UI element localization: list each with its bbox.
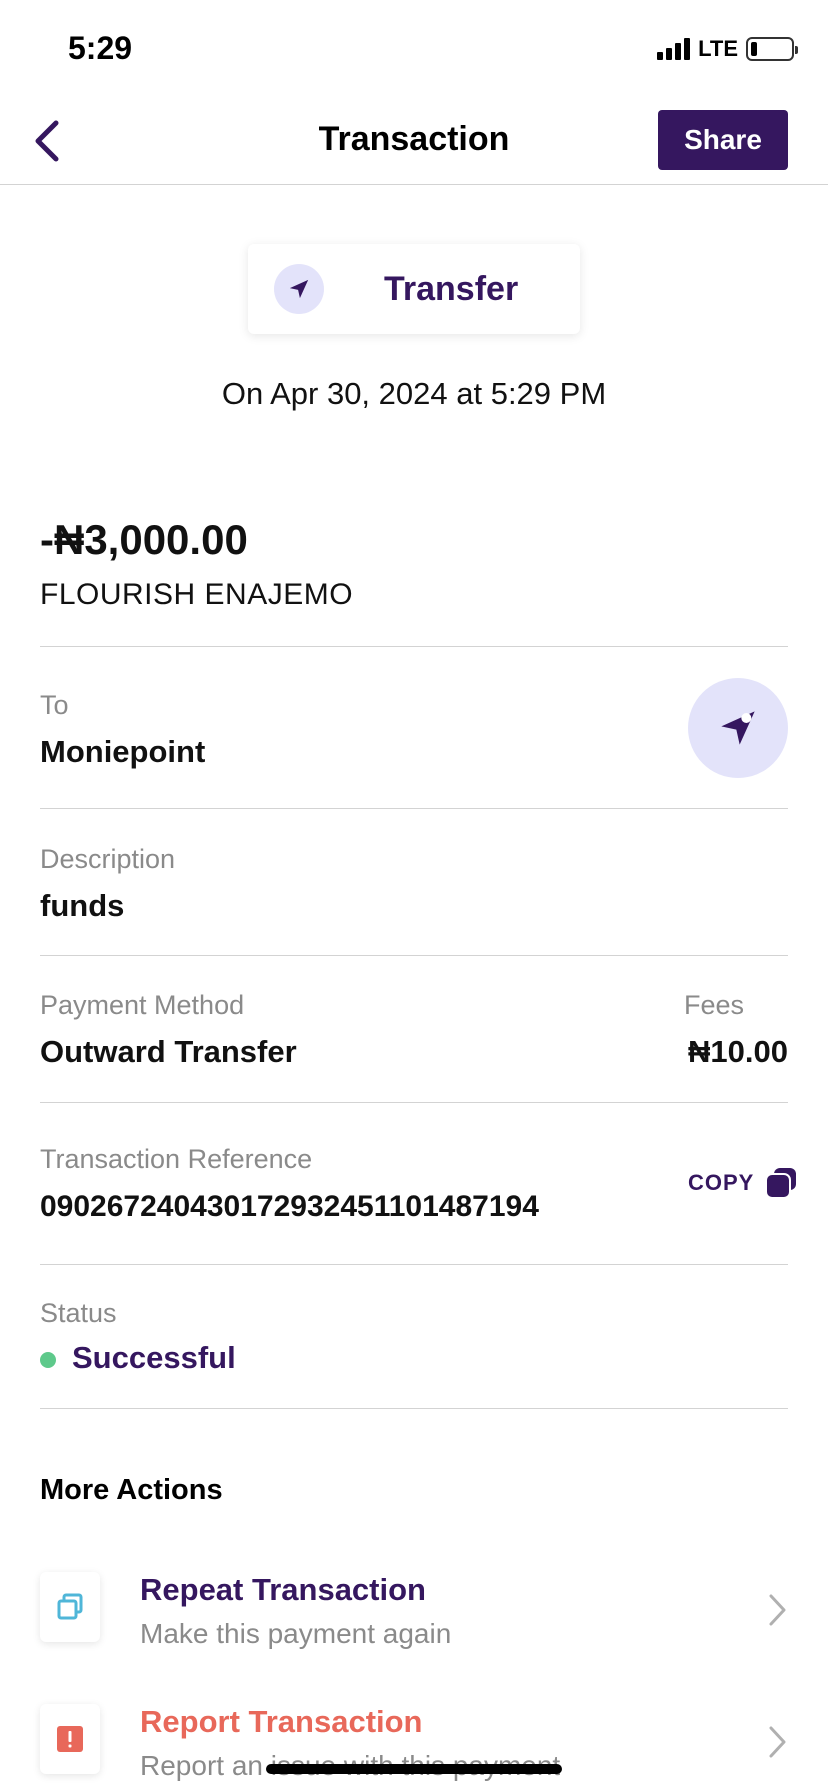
status-dot [40,1352,56,1368]
description-value: funds [40,888,125,923]
divider [40,955,788,956]
status-bar: 5:29 LTE [0,0,828,100]
header: Transaction Share [0,100,828,185]
to-value: Moniepoint [40,734,206,769]
chevron-right-icon [762,1590,792,1630]
repeat-transaction-action[interactable]: Repeat Transaction Make this payment aga… [0,1550,828,1670]
more-actions-title: More Actions [40,1474,223,1506]
status-value: Successful [72,1340,236,1375]
action-title: Repeat Transaction [140,1572,426,1607]
report-transaction-action[interactable]: Report Transaction Report an issue with … [0,1686,828,1792]
copy-icon [765,1168,797,1199]
battery-level [751,42,757,56]
home-indicator [266,1764,562,1774]
share-button[interactable]: Share [658,110,788,170]
counterparty-name: FLOURISH ENAJEMO [40,578,354,611]
send-icon [274,264,324,314]
copy-label: COPY [688,1170,755,1195]
divider [40,1102,788,1103]
transaction-date: On Apr 30, 2024 at 5:29 PM [221,376,607,411]
battery-icon [746,37,798,61]
divider [40,808,788,809]
status-indicators: LTE [657,36,798,62]
send-icon [688,678,788,778]
divider [40,646,788,647]
to-label: To [40,690,69,720]
action-subtitle: Make this payment again [140,1618,452,1649]
payment-method-value: Outward Transfer [40,1034,297,1069]
alert-icon [40,1704,100,1774]
status-time: 5:29 [68,30,133,66]
copy-button[interactable]: COPY [688,1166,798,1200]
transaction-type-pill: Transfer [248,244,580,334]
reference-value: 090267240430172932451101487194 [40,1190,539,1223]
fees-value: ₦10.00 [688,1034,788,1069]
payment-method-label: Payment Method [40,990,245,1020]
description-label: Description [40,844,176,874]
repeat-icon [40,1572,100,1642]
status-label: Status [40,1298,117,1328]
network-type: LTE [698,36,738,61]
divider [40,1408,788,1409]
transaction-amount: -₦3,000.00 [40,516,248,563]
signal-icon [657,38,691,60]
chevron-right-icon [762,1722,792,1762]
fees-label: Fees [684,990,745,1020]
action-title: Report Transaction [140,1704,423,1739]
reference-label: Transaction Reference [40,1144,313,1174]
divider [40,1264,788,1265]
transaction-type-label: Transfer [384,270,519,308]
